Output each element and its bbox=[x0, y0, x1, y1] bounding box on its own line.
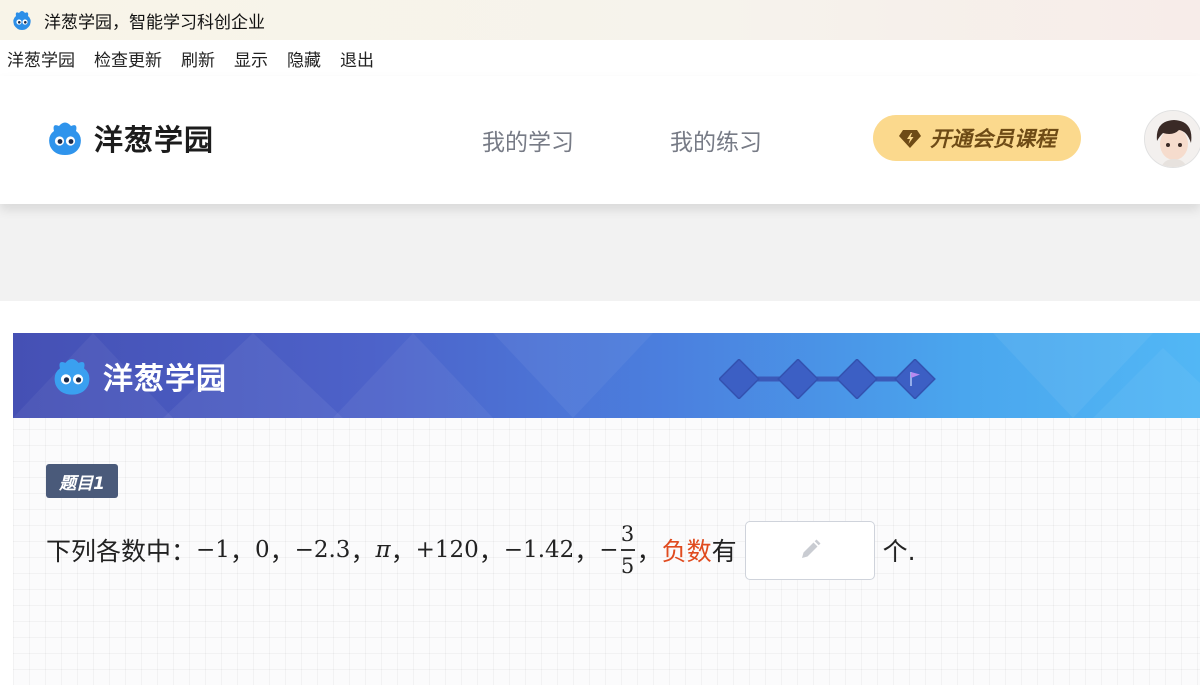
menu-item-check-update[interactable]: 检查更新 bbox=[94, 46, 162, 71]
banner-brand-name: 洋葱学园 bbox=[103, 362, 227, 397]
progress-step-3 bbox=[836, 359, 878, 399]
brand-logo-link[interactable]: 洋葱学园 bbox=[44, 117, 214, 159]
keyword-negative: 负数 bbox=[661, 537, 712, 566]
fraction-denominator: 5 bbox=[620, 553, 635, 578]
onion-app-icon bbox=[13, 11, 31, 30]
user-avatar[interactable] bbox=[1144, 110, 1200, 168]
site-header: 洋葱学园 我的学习 我的练习 开通会员课程 bbox=[0, 76, 1200, 204]
menu-item-show[interactable]: 显示 bbox=[234, 46, 268, 71]
menu-item-refresh[interactable]: 刷新 bbox=[181, 46, 215, 71]
fraction-bar bbox=[620, 549, 635, 551]
window-title: 洋葱学园，智能学习科创企业 bbox=[44, 12, 265, 33]
number-item: −1 bbox=[196, 537, 230, 563]
fraction-sign: − bbox=[599, 537, 619, 563]
avatar-image bbox=[1145, 111, 1200, 167]
separator: ， bbox=[390, 537, 416, 566]
question-progress bbox=[719, 359, 936, 399]
progress-step-4 bbox=[894, 359, 936, 399]
menu-item-yangcong[interactable]: 洋葱学园 bbox=[7, 46, 75, 71]
brand-name: 洋葱学园 bbox=[94, 123, 215, 157]
separator: ， bbox=[478, 537, 504, 566]
nav-my-practice[interactable]: 我的练习 bbox=[670, 123, 762, 157]
banner-brand: 洋葱学园 bbox=[49, 353, 227, 399]
question-banner: 洋葱学园 bbox=[13, 333, 1200, 418]
progress-step-2 bbox=[777, 359, 819, 399]
fraction-numerator: 3 bbox=[620, 522, 635, 547]
question-text: 下列各数中： −1 ， 0 ， −2.3 ， π ， +120 ， −1.42 … bbox=[46, 515, 916, 585]
progress-step-1 bbox=[719, 359, 760, 399]
question-prefix: 下列各数中： bbox=[46, 537, 197, 566]
menu-item-quit[interactable]: 退出 bbox=[340, 46, 374, 71]
separator: ， bbox=[229, 537, 255, 566]
question-number-badge: 题目1 bbox=[46, 464, 118, 498]
onion-logo-icon bbox=[49, 122, 81, 155]
number-item: π bbox=[375, 537, 391, 563]
separator: ， bbox=[350, 537, 376, 566]
content-spacer bbox=[0, 204, 1200, 301]
question-suffix: 个. bbox=[882, 537, 916, 566]
number-item: −2.3 bbox=[294, 537, 351, 563]
question-card: 洋葱学园 题目1 下列各数中： −1 ， 0 ， −2.3 ， π ， +120… bbox=[13, 333, 1200, 685]
vip-button-label: 开通会员课程 bbox=[930, 127, 1056, 151]
number-item: 0 bbox=[254, 537, 270, 563]
answer-input-box[interactable] bbox=[744, 520, 875, 580]
window-titlebar: 洋葱学园，智能学习科创企业 bbox=[0, 0, 1200, 40]
fraction: 3 5 bbox=[620, 521, 635, 579]
menu-item-hide[interactable]: 隐藏 bbox=[287, 46, 321, 71]
separator: ， bbox=[574, 537, 600, 566]
open-vip-button[interactable]: 开通会员课程 bbox=[873, 115, 1081, 161]
nav-my-learning[interactable]: 我的学习 bbox=[482, 123, 574, 157]
menubar: 洋葱学园 检查更新 刷新 显示 隐藏 退出 bbox=[0, 40, 1200, 76]
question-number-label: 题目1 bbox=[59, 473, 105, 494]
onion-logo-icon bbox=[54, 359, 90, 395]
diamond-bolt-icon bbox=[899, 130, 921, 148]
number-item: −1.42 bbox=[503, 537, 575, 563]
separator: ， bbox=[636, 537, 662, 566]
number-item: +120 bbox=[415, 537, 479, 563]
separator: ， bbox=[269, 537, 295, 566]
question-mid: 有 bbox=[711, 537, 737, 566]
